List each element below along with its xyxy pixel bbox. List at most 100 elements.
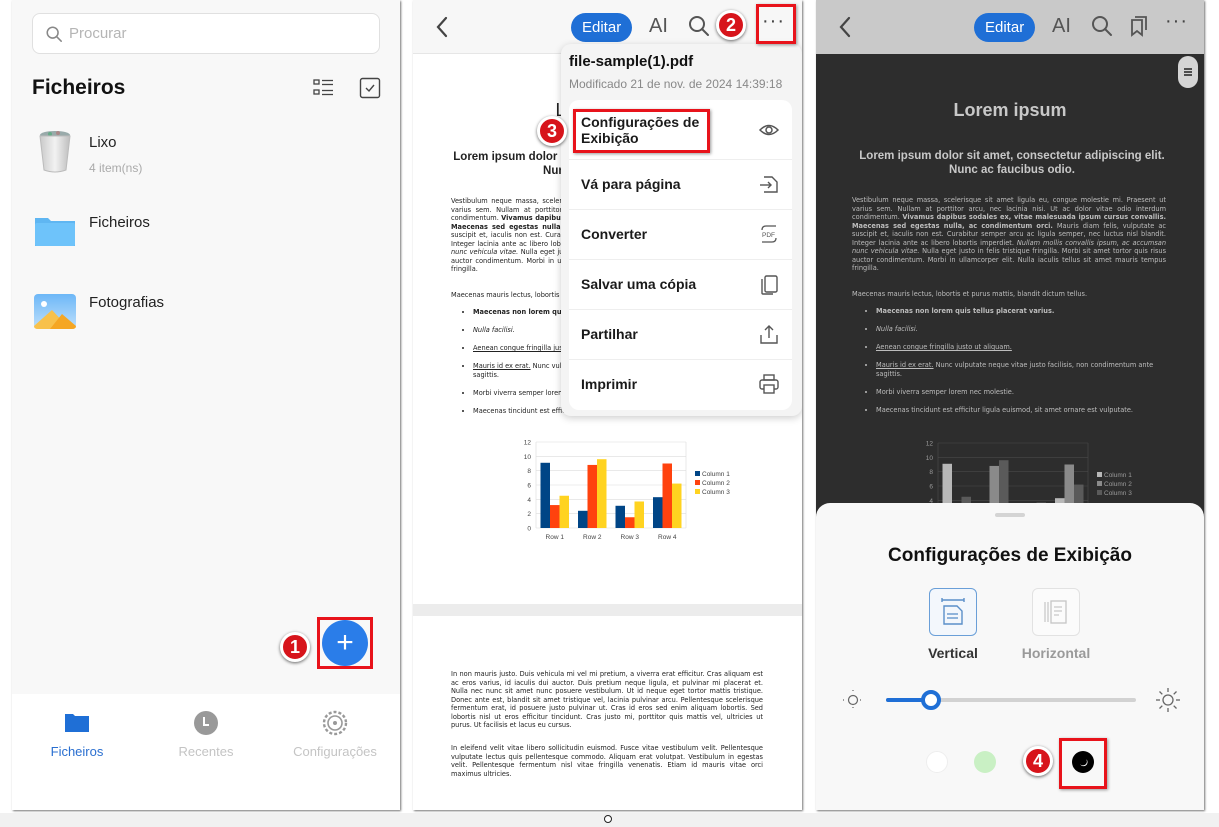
legend-label: Column 1 [1104, 472, 1132, 479]
list-item-files[interactable]: Ficheiros [32, 208, 382, 268]
search-icon[interactable] [687, 14, 711, 38]
x-tick-label: Row 4 [658, 534, 677, 541]
select-button[interactable] [358, 76, 382, 100]
back-icon[interactable] [834, 14, 856, 40]
menu-item-go-to-page[interactable]: Vá para página [569, 160, 792, 210]
screenshot-stage: Ficheiros Lixo 4 item(ns) Ficheiros Foto… [0, 0, 1219, 827]
nav-tab-files[interactable]: Ficheiros [12, 710, 142, 759]
doc-bullet-list: Maecenas non lorem quis tellus placerat … [876, 307, 1166, 424]
theme-white-button[interactable] [926, 751, 948, 773]
bookmarks-icon[interactable] [1127, 14, 1151, 38]
nav-label: Ficheiros [50, 744, 104, 759]
more-button[interactable]: ··· [1165, 10, 1188, 33]
doc-paragraph: Vestibulum neque massa, scelerisque sit … [852, 196, 1166, 273]
mode-horizontal-button[interactable] [1032, 588, 1080, 636]
text-run: Morbi viverra semper lorem nec molestie. [876, 387, 1014, 396]
legend-swatch [695, 489, 700, 494]
ai-button[interactable]: AI [1052, 15, 1071, 38]
step-badge-3: 3 [537, 116, 567, 146]
doc-subtitle: Lorem ipsum dolor sit amet, consectetur … [859, 150, 1165, 176]
nav-label: Recentes [178, 744, 234, 759]
viewer-toolbar: Editar AI ··· [816, 0, 1204, 54]
display-settings-sheet: Configurações de Exibição Vertical Horiz… [816, 503, 1204, 810]
search-box[interactable] [32, 13, 380, 54]
list-view-icon [313, 79, 333, 96]
menu-item-label: Converter [581, 226, 648, 242]
bar [559, 495, 569, 528]
brightness-slider[interactable] [886, 690, 1136, 710]
y-tick-label: 6 [929, 484, 933, 491]
text-run-italic: Nulla facilisi. [473, 326, 515, 334]
photos-icon [34, 294, 76, 329]
legend-swatch [1097, 490, 1102, 495]
menu-item-display-settings[interactable]: Configurações de Exibição [569, 100, 792, 160]
mode-label-vertical: Vertical [928, 645, 978, 661]
pdf-page-2: In non mauris justo. Duis vehicula mi ve… [413, 616, 802, 810]
pdf-convert-icon: PDF [761, 225, 777, 243]
search-icon[interactable] [1090, 14, 1114, 38]
back-icon[interactable] [431, 14, 453, 40]
doc-paragraph: In eleifend velit vitae libero sollicitu… [451, 744, 763, 778]
bottom-nav: Ficheiros Recentes Configurações [12, 694, 400, 810]
legend-swatch [695, 471, 700, 476]
nav-tab-settings[interactable]: Configurações [270, 710, 400, 759]
brightness-low-icon [843, 690, 863, 710]
theme-green-button[interactable] [974, 751, 996, 773]
mode-vertical-button[interactable] [929, 588, 977, 636]
horizontal-scroll-icon [1044, 600, 1067, 624]
menu-item-print[interactable]: Imprimir [569, 360, 792, 410]
bar [625, 517, 635, 528]
legend-label: Column 2 [702, 480, 730, 487]
edit-button[interactable]: Editar [571, 13, 633, 42]
gear-icon [322, 710, 348, 736]
add-button[interactable]: + [322, 620, 368, 666]
file-name: Ficheiros [89, 214, 150, 231]
x-tick-label: Row 3 [621, 534, 640, 541]
brightness-slider-knob[interactable] [921, 690, 941, 710]
menu-item-share[interactable]: Partilhar [569, 310, 792, 360]
search-icon [46, 25, 62, 42]
legend-label: Column 2 [1104, 481, 1132, 488]
doc-paragraph: Maecenas mauris lectus, lobortis et puru… [852, 290, 1088, 298]
y-tick-label: 2 [527, 511, 531, 518]
bullet-item: Morbi viverra semper lorem nec molestie. [876, 388, 1166, 397]
menu-item-label: Imprimir [581, 376, 638, 392]
menu-file-name: file-sample(1).pdf [569, 53, 694, 70]
bar [662, 463, 672, 528]
legend-swatch [1097, 481, 1102, 486]
text-run-underline: Mauris id ex erat. [473, 362, 531, 370]
menu-item-label: Partilhar [581, 326, 638, 342]
list-item-photos[interactable]: Fotografias [32, 288, 382, 348]
nav-tab-recent[interactable]: Recentes [141, 710, 271, 759]
menu-item-save-copy[interactable]: Salvar uma cópia [569, 260, 792, 310]
folder-icon [35, 218, 75, 246]
x-tick-label: Row 2 [583, 534, 602, 541]
list-item-trash[interactable]: Lixo 4 item(ns) [32, 128, 382, 188]
more-button[interactable]: ··· [762, 10, 785, 33]
theme-dark-button[interactable] [1072, 751, 1094, 773]
file-name: Lixo [89, 134, 117, 151]
menu-item-convert[interactable]: Converter PDF [569, 210, 792, 260]
search-input[interactable] [69, 25, 359, 42]
ai-button[interactable]: AI [649, 15, 668, 38]
step-badge-2: 2 [716, 10, 746, 40]
vertical-scroll-icon [941, 598, 965, 625]
print-icon [759, 374, 779, 394]
scroll-handle[interactable] [1178, 56, 1198, 88]
y-tick-label: 4 [527, 497, 531, 504]
edit-button[interactable]: Editar [974, 13, 1036, 42]
pdf-viewer-panel: Editar AI ··· 2 Lorem ipsum Lorem ipsum … [413, 0, 802, 810]
text-run-underline: Aenean congue fringilla justo ut aliquam… [876, 343, 1012, 351]
menu-item-label: Configurações de Exibição [581, 114, 700, 146]
y-tick-label: 8 [527, 468, 531, 475]
bullet-item: Maecenas non lorem quis tellus placerat … [876, 307, 1166, 316]
trash-icon [39, 131, 71, 173]
bullet-item: Aenean congue fringilla justo ut aliquam… [876, 343, 1166, 352]
sheet-grabber[interactable] [995, 513, 1025, 517]
doc-title: Lorem ipsum [953, 100, 1067, 120]
y-tick-label: 12 [524, 440, 532, 447]
step-badge-4: 4 [1023, 746, 1053, 776]
list-view-button[interactable] [312, 76, 336, 100]
bar [634, 501, 644, 528]
folder-icon [65, 714, 89, 732]
